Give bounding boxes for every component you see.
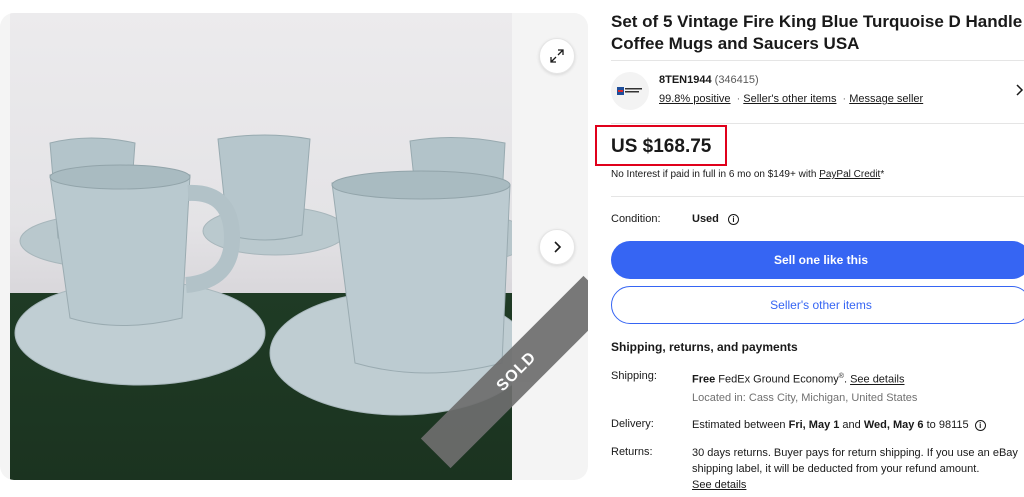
free-shipping-text: Free — [692, 373, 716, 386]
condition-text: Used — [692, 213, 719, 225]
image-gallery: SOLD — [0, 13, 588, 480]
condition-label: Condition: — [611, 213, 661, 225]
seller-logo-icon — [617, 87, 642, 95]
divider — [611, 196, 1024, 197]
seller-chevron-icon[interactable] — [1016, 83, 1024, 99]
listing-photo[interactable] — [10, 13, 512, 480]
separator: · — [736, 93, 741, 105]
info-icon[interactable]: i — [974, 419, 986, 431]
item-price: US $168.75 — [611, 136, 712, 157]
delivery-suffix: to 98115 — [923, 419, 969, 431]
seller-other-items-link[interactable]: Seller's other items — [743, 93, 836, 105]
feedback-count: (346415) — [714, 74, 759, 86]
sellers-other-items-button[interactable]: Seller's other items — [611, 286, 1024, 324]
paypal-credit-link[interactable]: PayPal Credit — [819, 169, 880, 180]
financing-text: No Interest if paid in full in 6 mo on $… — [611, 169, 820, 180]
seller-card: 8TEN1944 (346415) 99.8% positive · Seller… — [611, 60, 1024, 124]
shipping-service: FedEx Ground Economy — [715, 373, 839, 386]
item-location: Located in: Cass City, Michigan, United … — [692, 392, 918, 404]
returns-value: 30 days returns. Buyer pays for return s… — [692, 445, 1024, 493]
shipping-section-heading: Shipping, returns, and payments — [611, 340, 798, 354]
delivery-value: Estimated between Fri, May 1 and Wed, Ma… — [692, 417, 1024, 433]
returns-see-details-link[interactable]: See details — [692, 479, 746, 491]
next-image-button[interactable] — [539, 229, 575, 265]
expand-icon — [550, 49, 564, 63]
info-icon[interactable]: i — [727, 213, 739, 225]
item-info-panel: Set of 5 Vintage Fire King Blue Turquois… — [595, 0, 1024, 497]
returns-label: Returns: — [611, 446, 653, 458]
returns-text: 30 days returns. Buyer pays for return s… — [692, 447, 1018, 475]
delivery-start: Fri, May 1 — [788, 419, 840, 431]
financing-asterisk: * — [880, 169, 885, 180]
shipping-see-details-link[interactable]: See details — [850, 374, 904, 386]
seller-name[interactable]: 8TEN1944 (346415) — [659, 74, 759, 86]
expand-image-button[interactable] — [539, 38, 575, 74]
mugs-illustration — [14, 134, 512, 416]
positive-feedback-link[interactable]: 99.8% positive — [659, 93, 731, 105]
sell-one-like-this-button[interactable]: Sell one like this — [611, 241, 1024, 279]
listing-title: Set of 5 Vintage Fire King Blue Turquois… — [611, 12, 1023, 53]
delivery-end: Wed, May 6 — [863, 419, 924, 431]
delivery-prefix: Estimated between — [692, 419, 789, 431]
shipping-label: Shipping: — [611, 370, 657, 382]
chevron-right-icon — [554, 241, 562, 253]
condition-value: Used i — [692, 213, 739, 225]
seller-username[interactable]: 8TEN1944 — [659, 74, 712, 86]
delivery-and: and — [839, 419, 864, 431]
separator: · — [842, 93, 847, 105]
message-seller-link[interactable]: Message seller — [849, 93, 923, 105]
seller-links: 99.8% positive · Seller's other items · Me… — [659, 93, 923, 105]
financing-note: No Interest if paid in full in 6 mo on $… — [611, 169, 884, 180]
seller-logo[interactable] — [611, 72, 649, 110]
delivery-label: Delivery: — [611, 418, 654, 430]
shipping-value: Free FedEx Ground Economy®. See details — [692, 369, 1024, 388]
